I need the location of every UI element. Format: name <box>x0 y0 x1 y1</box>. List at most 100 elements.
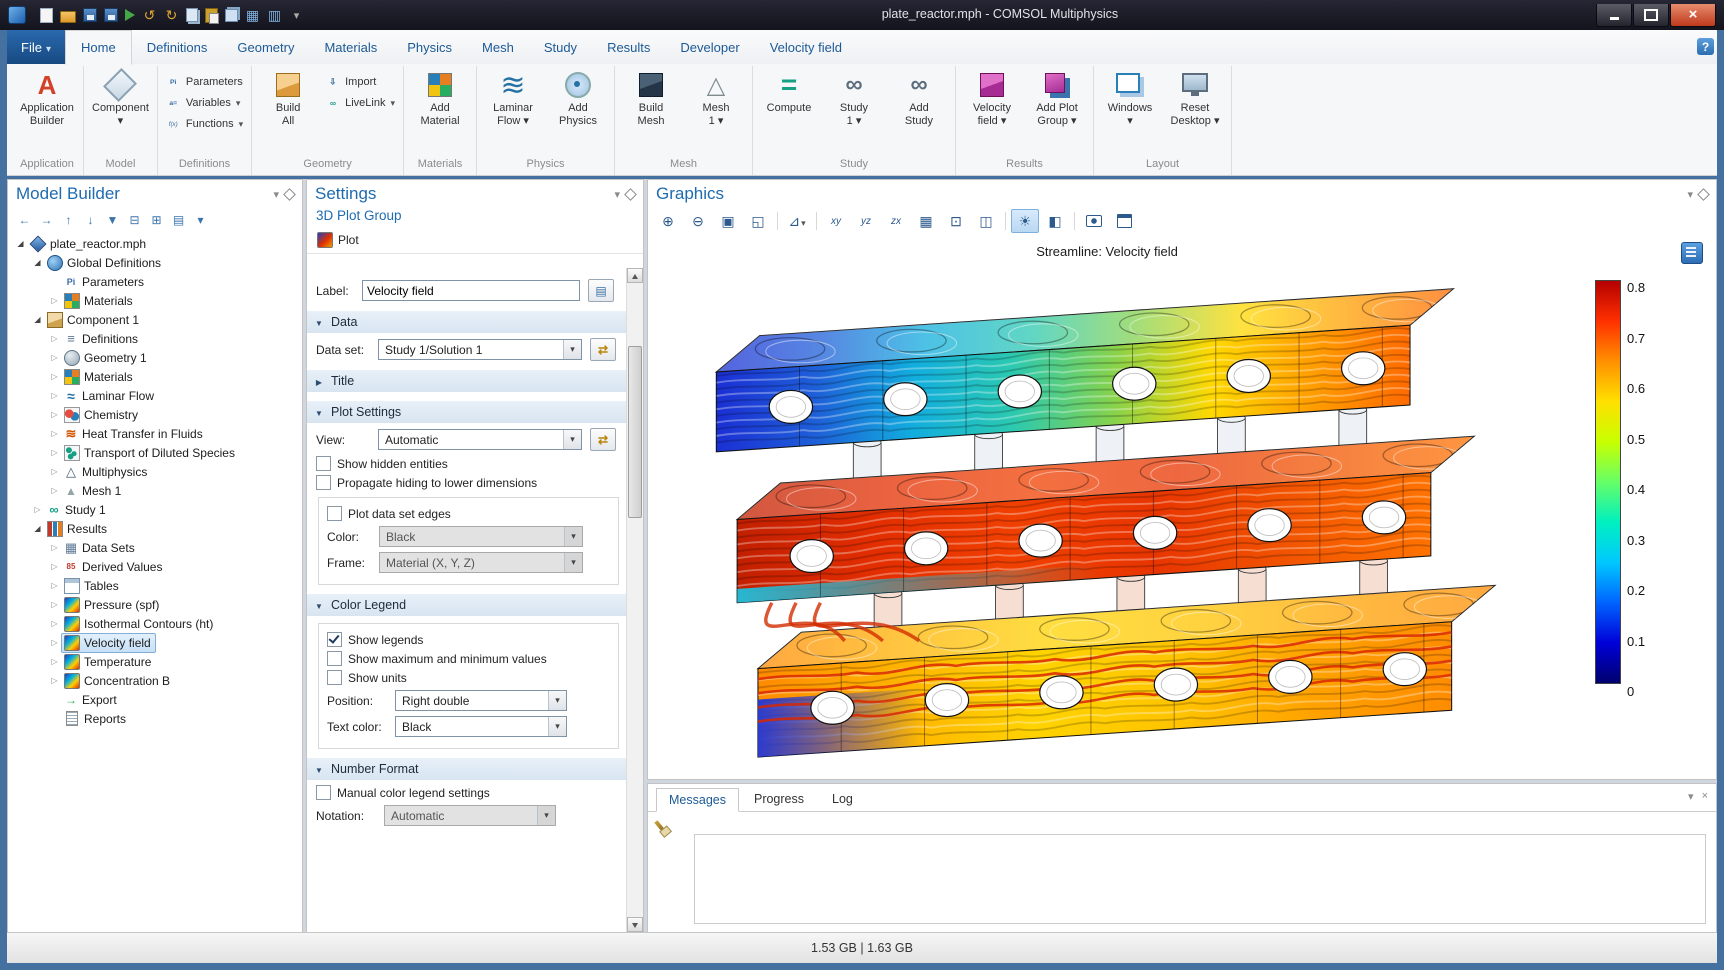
tree-node-study-1[interactable]: Study 1 <box>8 500 302 519</box>
tree-collapsed-icon[interactable] <box>48 372 61 381</box>
messages-menu-icon[interactable]: ▾ <box>1688 790 1694 803</box>
tree-node-chemistry[interactable]: Chemistry <box>8 405 302 424</box>
combo-arrow-icon[interactable] <box>563 430 581 449</box>
color-column-button[interactable]: ◫ <box>972 209 1000 233</box>
checkbox-icon[interactable] <box>327 506 342 521</box>
tab-home[interactable]: Home <box>65 30 132 65</box>
tree-collapsed-icon[interactable] <box>48 353 61 362</box>
tree-node-definitions[interactable]: Definitions <box>8 329 302 348</box>
save-icon[interactable] <box>83 8 97 22</box>
ribbon-mesh-1-button[interactable]: Mesh1 ▾ <box>685 67 747 127</box>
ribbon-reset-desktop-button[interactable]: ResetDesktop ▾ <box>1164 67 1226 127</box>
settings-menu-icon[interactable]: ▾ <box>614 188 620 201</box>
grid-button[interactable]: ▦ <box>912 209 940 233</box>
tab-developer[interactable]: Developer <box>665 30 754 64</box>
combo-arrow-icon[interactable] <box>548 717 566 736</box>
view-xy-button[interactable]: xy <box>822 209 850 233</box>
ribbon-livelink-button[interactable]: LiveLink <box>322 94 398 111</box>
ribbon-application-builder-button[interactable]: ApplicationBuilder <box>16 67 78 127</box>
show-legends-checkbox[interactable]: Show legends <box>327 632 610 647</box>
forward-button[interactable]: → <box>37 210 56 229</box>
tree-collapsed-icon[interactable] <box>48 600 61 609</box>
grid-icon[interactable] <box>267 8 282 23</box>
legend-text-color-combo[interactable]: Black <box>395 716 567 737</box>
manual-color-legend-checkbox[interactable]: Manual color legend settings <box>316 785 619 800</box>
duplicate-icon[interactable] <box>225 9 238 22</box>
tree-node-mesh-1[interactable]: Mesh 1 <box>8 481 302 500</box>
ribbon-functions-button[interactable]: Functions <box>163 115 246 132</box>
filter-button[interactable]: ▼ <box>103 210 122 229</box>
tree-node-isothermal-contours-ht[interactable]: Isothermal Contours (ht) <box>8 614 302 633</box>
tree-node-materials[interactable]: Materials <box>8 367 302 386</box>
run-icon[interactable] <box>125 9 135 21</box>
legend-position-combo[interactable]: Right double <box>395 690 567 711</box>
dropdown-icon[interactable] <box>289 8 304 23</box>
tree-collapsed-icon[interactable] <box>48 334 61 343</box>
settings-pin-icon[interactable] <box>624 188 637 201</box>
redo-icon[interactable] <box>164 8 179 23</box>
messages-tab-log[interactable]: Log <box>819 787 866 811</box>
scene-light-button[interactable]: ☀ <box>1011 209 1039 233</box>
graphics-menu-icon[interactable]: ▾ <box>1687 188 1693 201</box>
tree-node-transport-of-diluted-species[interactable]: Transport of Diluted Species <box>8 443 302 462</box>
tree-node-derived-values[interactable]: Derived Values <box>8 557 302 576</box>
combo-arrow-icon[interactable] <box>563 340 581 359</box>
transparency-button[interactable]: ◧ <box>1041 209 1069 233</box>
ribbon-parameters-button[interactable]: Parameters <box>163 73 246 90</box>
ribbon-add-study-button[interactable]: AddStudy <box>888 67 950 127</box>
zoom-selected-button[interactable]: ⊡ <box>942 209 970 233</box>
tree-node-heat-transfer-in-fluids[interactable]: Heat Transfer in Fluids <box>8 424 302 443</box>
messages-tab-messages[interactable]: Messages <box>656 788 739 812</box>
ribbon-velocity-field-button[interactable]: Velocityfield ▾ <box>961 67 1023 127</box>
up-button[interactable]: ↑ <box>59 210 78 229</box>
tree-collapsed-icon[interactable] <box>48 562 61 571</box>
ribbon-add-material-button[interactable]: AddMaterial <box>409 67 471 127</box>
messages-tab-progress[interactable]: Progress <box>741 787 817 811</box>
goto-source-button[interactable]: ⇄ <box>590 338 616 361</box>
dataset-combo[interactable]: Study 1/Solution 1 <box>378 339 582 360</box>
minimize-button[interactable] <box>1596 4 1632 27</box>
show-max-min-checkbox[interactable]: Show maximum and minimum values <box>327 651 610 666</box>
zoom-in-button[interactable]: ⊕ <box>654 209 682 233</box>
tree-collapsed-icon[interactable] <box>48 429 61 438</box>
go-to-button[interactable]: ▤ <box>169 210 188 229</box>
tree-node-temperature[interactable]: Temperature <box>8 652 302 671</box>
view-yz-button[interactable]: yz <box>852 209 880 233</box>
ribbon-component-button[interactable]: Component▾ <box>89 67 152 127</box>
tree-node-export[interactable]: Export <box>8 690 302 709</box>
propagate-hiding-checkbox[interactable]: Propagate hiding to lower dimensions <box>316 475 619 490</box>
tree-expanded-icon[interactable] <box>31 524 44 533</box>
tree-node-results[interactable]: Results <box>8 519 302 538</box>
pin-icon[interactable] <box>283 188 296 201</box>
section-header-title[interactable]: Title <box>307 370 627 392</box>
ribbon-study-1-button[interactable]: Study1 ▾ <box>823 67 885 127</box>
brush-icon[interactable] <box>654 820 665 833</box>
view-combo[interactable]: Automatic <box>378 429 582 450</box>
save-as-icon[interactable] <box>104 8 118 22</box>
tab-mesh[interactable]: Mesh <box>467 30 529 64</box>
down-button[interactable]: ↓ <box>81 210 100 229</box>
section-header-plot-settings[interactable]: Plot Settings <box>307 401 627 423</box>
label-input[interactable] <box>362 280 580 301</box>
graphics-pin-icon[interactable] <box>1697 188 1710 201</box>
tab-definitions[interactable]: Definitions <box>132 30 223 64</box>
show-hidden-entities-checkbox[interactable]: Show hidden entities <box>316 456 619 471</box>
tree-node-reports[interactable]: Reports <box>8 709 302 728</box>
tree-collapsed-icon[interactable] <box>48 410 61 419</box>
tree-collapsed-icon[interactable] <box>48 676 61 685</box>
plot-button[interactable]: Plot <box>313 230 367 250</box>
ribbon-add-physics-button[interactable]: AddPhysics <box>547 67 609 127</box>
zoom-out-button[interactable]: ⊖ <box>684 209 712 233</box>
tree-node-pressure-spf[interactable]: Pressure (spf) <box>8 595 302 614</box>
new-icon[interactable] <box>40 8 53 23</box>
tree-node-data-sets[interactable]: Data Sets <box>8 538 302 557</box>
checkbox-icon[interactable] <box>316 475 331 490</box>
more-button[interactable]: ▾ <box>191 210 210 229</box>
zoom-box-button[interactable]: ◱ <box>744 209 772 233</box>
tree-collapsed-icon[interactable] <box>48 467 61 476</box>
help-button[interactable]: ? <box>1697 38 1714 55</box>
tree-collapsed-icon[interactable] <box>48 391 61 400</box>
plot-dataset-edges-checkbox[interactable]: Plot data set edges <box>327 506 610 521</box>
tab-study[interactable]: Study <box>529 30 592 64</box>
tab-geometry[interactable]: Geometry <box>222 30 309 64</box>
